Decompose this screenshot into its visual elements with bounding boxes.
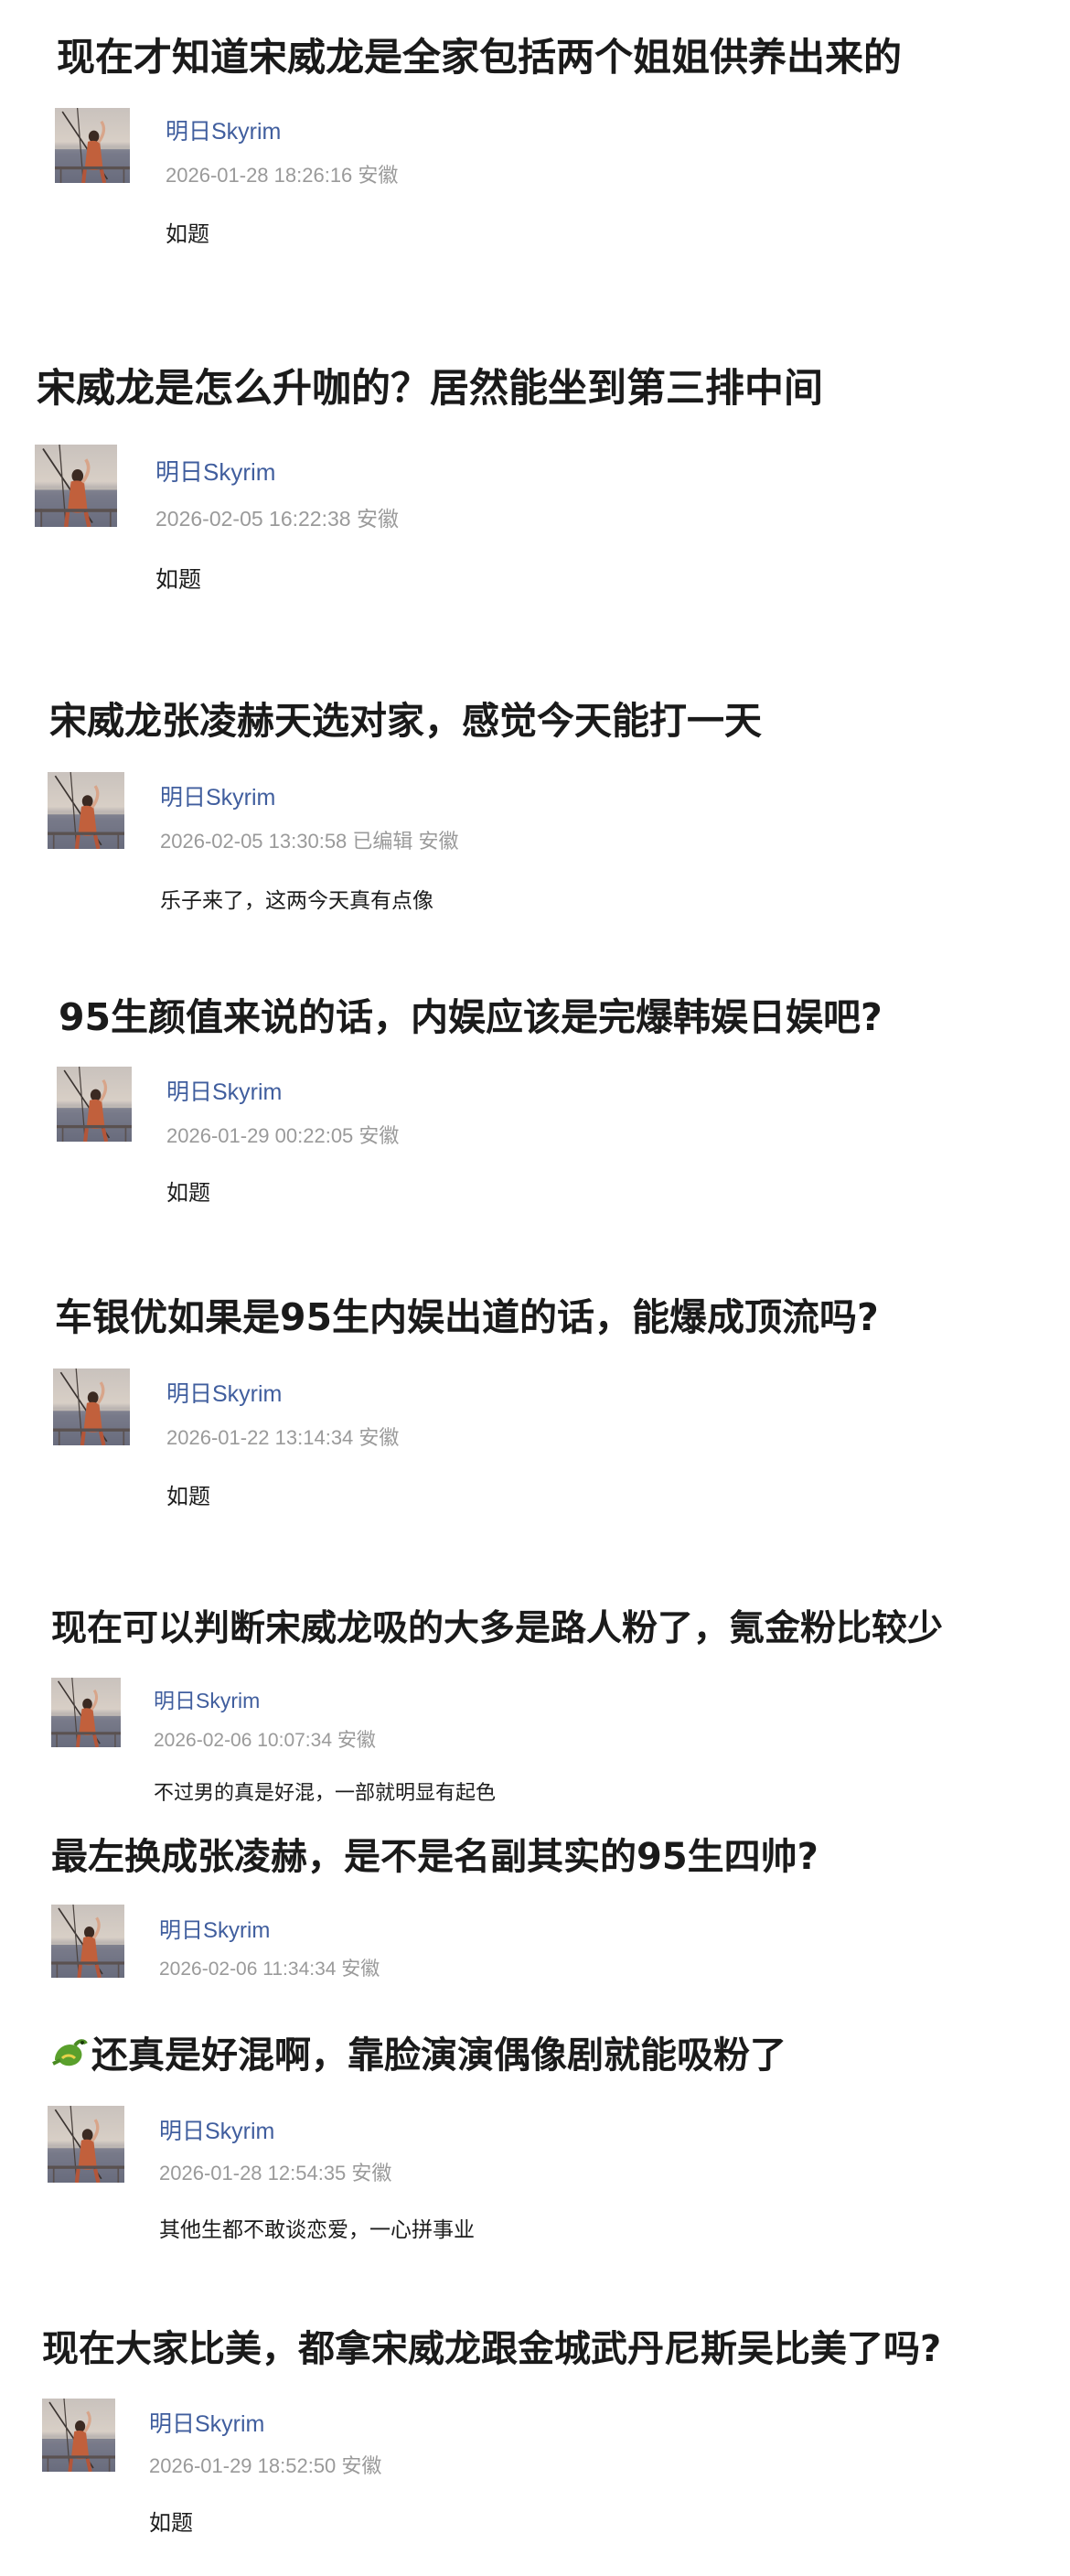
post-body: 其他生都不敢谈恋爱，一心拼事业 <box>159 2218 475 2242</box>
username[interactable]: 明日Skyrim <box>159 2113 274 2146</box>
username[interactable]: 明日Skyrim <box>166 1074 282 1107</box>
post-body: 不过男的真是好混，一部就明显有起色 <box>154 1782 497 1805</box>
avatar[interactable] <box>57 1067 132 1142</box>
post-title[interactable]: 95生颜值来说的话，内娱应该是完爆韩娱日娱吧? <box>59 995 883 1040</box>
post-title[interactable]: 宋威龙张凌赫天选对家，感觉今天能打一天 <box>49 699 762 744</box>
avatar[interactable] <box>35 445 117 527</box>
post-timestamp: 2026-02-06 10:07:34 安徽 <box>154 1730 376 1751</box>
post-timestamp: 2026-01-28 18:26:16 安徽 <box>166 164 399 187</box>
avatar[interactable] <box>48 2106 124 2183</box>
post-body: 如题 <box>166 221 209 247</box>
post-timestamp: 2026-01-22 13:14:34 安徽 <box>166 1426 400 1449</box>
dragon-emoji-icon <box>52 2039 88 2066</box>
post-title[interactable]: 还真是好混啊，靠脸演演偶像剧就能吸粉了 <box>49 2033 786 2077</box>
post-title[interactable]: 车银优如果是95生内娱出道的话，能爆成顶流吗? <box>55 1295 879 1340</box>
username[interactable]: 明日Skyrim <box>160 779 275 812</box>
post-body: 如题 <box>166 1484 210 1509</box>
post-body: 如题 <box>166 1180 210 1206</box>
username[interactable]: 明日Skyrim <box>166 113 281 146</box>
post-title-text[interactable]: 还真是好混啊，靠脸演演偶像剧就能吸粉了 <box>91 2034 786 2077</box>
post-timestamp: 2026-01-29 18:52:50 安徽 <box>149 2454 382 2477</box>
username[interactable]: 明日Skyrim <box>149 2406 264 2439</box>
post-timestamp: 2026-02-06 11:34:34 安徽 <box>159 1959 380 1980</box>
post-title[interactable]: 现在才知道宋威龙是全家包括两个姐姐供养出来的 <box>57 35 902 80</box>
avatar[interactable] <box>42 2399 115 2472</box>
avatar[interactable] <box>48 772 124 849</box>
post-body: 乐子来了，这两今天真有点像 <box>160 889 433 913</box>
post-title[interactable]: 宋威龙是怎么升咖的？居然能坐到第三排中间 <box>37 366 823 413</box>
username[interactable]: 明日Skyrim <box>154 1683 260 1714</box>
post-body: 如题 <box>149 2510 193 2536</box>
post-body: 如题 <box>155 566 202 593</box>
post-title[interactable]: 现在大家比美，都拿宋威龙跟金城武丹尼斯吴比美了吗? <box>42 2327 941 2371</box>
post-timestamp: 2026-01-29 00:22:05 安徽 <box>166 1124 400 1147</box>
username[interactable]: 明日Skyrim <box>166 1376 282 1409</box>
post-title[interactable]: 最左换成张凌赫，是不是名副其实的95生四帅? <box>51 1835 819 1879</box>
avatar[interactable] <box>51 1678 121 1747</box>
avatar[interactable] <box>55 108 130 183</box>
post-title[interactable]: 现在可以判断宋威龙吸的大多是路人粉了，氪金粉比较少 <box>51 1608 943 1651</box>
post-timestamp: 2026-01-28 12:54:35 安徽 <box>159 2162 392 2184</box>
avatar[interactable] <box>53 1368 130 1445</box>
username[interactable]: 明日Skyrim <box>159 1912 270 1944</box>
post-timestamp: 2026-02-05 16:22:38 安徽 <box>155 507 399 531</box>
avatar[interactable] <box>51 1905 124 1978</box>
username[interactable]: 明日Skyrim <box>155 454 275 488</box>
post-timestamp: 2026-02-05 13:30:58 已编辑 安徽 <box>160 830 459 853</box>
